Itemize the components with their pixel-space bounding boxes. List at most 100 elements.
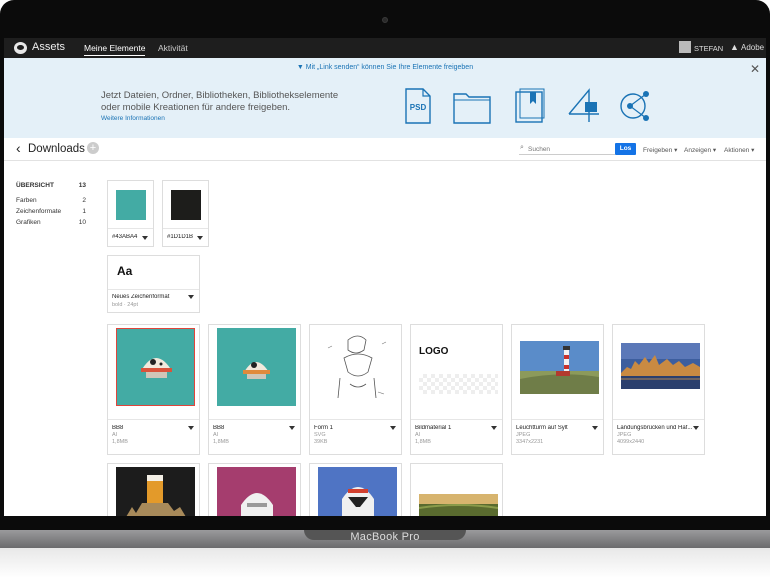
card-divider <box>613 419 704 420</box>
page-title: Downloads <box>28 143 85 155</box>
avatar[interactable] <box>679 41 691 53</box>
sidebar-item-label: ÜBERSICHT <box>16 182 54 189</box>
psd-label: PSD <box>410 103 427 112</box>
color-swatch <box>171 190 201 220</box>
share-menu-label: Freigeben <box>643 147 673 154</box>
device-model: MacBook Pro <box>350 531 420 543</box>
bb8-thumbnail <box>217 328 296 406</box>
card-menu-caret-icon[interactable] <box>188 426 194 430</box>
laptop-shadow <box>0 548 770 578</box>
char-style-card[interactable]: Aa Neues Zeichenformat bold · 24pt <box>107 255 200 313</box>
graphic-card[interactable] <box>208 463 301 516</box>
graphic-card[interactable]: Form 1 SVG 39KB <box>309 324 402 455</box>
card-divider <box>209 419 300 420</box>
mobile-creation-icon <box>568 88 599 122</box>
back-chevron-icon[interactable]: ‹ <box>16 140 21 156</box>
search-go-button[interactable]: Los <box>615 143 636 155</box>
sidebar-item-count: 13 <box>78 182 86 189</box>
sidebar-item-char-styles[interactable]: Zeichenformate 1 <box>16 208 86 219</box>
color-card[interactable]: #1D1D1B <box>162 180 209 247</box>
card-menu-caret-icon[interactable] <box>491 426 497 430</box>
color-name: #1D1D1B <box>167 234 194 240</box>
transparency-grid <box>419 374 498 394</box>
search-input[interactable] <box>519 144 615 155</box>
graphic-card[interactable] <box>309 463 402 516</box>
app-title[interactable]: Assets <box>32 41 65 53</box>
app-screen: Assets Meine Elemente Aktivität STEFAN ▲… <box>4 38 766 516</box>
more-info-link[interactable]: Weitere Informationen <box>101 115 165 122</box>
library-icon <box>515 88 545 123</box>
share-icon <box>620 91 649 121</box>
graphic-name: Landungsbrücken und Haf... <box>617 425 693 431</box>
card-menu-caret-icon[interactable] <box>693 426 699 430</box>
share-menu[interactable]: Freigeben ▾ <box>643 146 677 154</box>
graphic-card[interactable] <box>410 463 503 516</box>
share-banner: ▼ Mit „Link senden“ können Sie Ihre Elem… <box>4 58 766 138</box>
graphic-type: AI <box>112 432 118 438</box>
graphic-meta: SVG 39KB <box>314 432 327 446</box>
banner-headline: Jetzt Dateien, Ordner, Bibliotheken, Bib… <box>101 90 339 113</box>
sidebar-item-overview[interactable]: ÜBERSICHT 13 <box>16 182 86 197</box>
sidebar-item-count: 1 <box>82 208 86 215</box>
graphic-size: 39KB <box>314 439 328 445</box>
sketch-thumbnail <box>318 328 397 406</box>
graphic-meta: AI 1,8MB <box>415 432 431 446</box>
graphic-size: 1,8MB <box>213 439 229 445</box>
graphic-meta: JPEG 4099x2440 <box>617 432 644 446</box>
char-style-name: Neues Zeichenformat <box>112 294 170 300</box>
sidebar-item-graphics[interactable]: Grafiken 10 <box>16 219 86 230</box>
actions-menu-label: Aktionen <box>724 147 750 154</box>
graphic-type: JPEG <box>617 432 632 438</box>
graphic-card[interactable] <box>107 463 200 516</box>
graphic-type: SVG <box>314 432 326 438</box>
creative-cloud-logo-icon[interactable] <box>14 42 27 54</box>
card-menu-caret-icon[interactable] <box>592 426 598 430</box>
add-icon[interactable]: + <box>87 142 99 154</box>
card-menu-caret-icon[interactable] <box>188 295 194 299</box>
close-icon[interactable]: ✕ <box>750 62 760 76</box>
graphic-meta: AI 1,8MB <box>213 432 229 446</box>
graphic-type: AI <box>415 432 421 438</box>
graphic-size: 4099x2440 <box>617 439 645 445</box>
bb8-thumbnail <box>116 328 195 406</box>
card-menu-caret-icon[interactable] <box>390 426 396 430</box>
graphic-card[interactable]: Landungsbrücken und Haf... JPEG 4099x2440 <box>612 324 705 455</box>
share-hint-link[interactable]: ▼ Mit „Link senden“ können Sie Ihre Elem… <box>4 64 766 71</box>
sidebar-item-colors[interactable]: Farben 2 <box>16 197 86 208</box>
sidebar-item-label: Farben <box>16 197 37 204</box>
trooper-thumbnail <box>318 467 397 516</box>
laptop-base: MacBook Pro <box>0 530 770 548</box>
actions-menu[interactable]: Aktionen ▾ <box>724 146 754 154</box>
graphic-card[interactable]: Leuchtturm auf Sylt JPEG 3347x2231 <box>511 324 604 455</box>
stormtrooper-helmet-icon <box>241 493 273 516</box>
logo-text: LOGO <box>419 346 449 357</box>
color-name: #43ABA4 <box>112 234 138 240</box>
sidebar-item-label: Grafiken <box>16 219 41 226</box>
graphic-size: 1,8MB <box>112 439 128 445</box>
view-menu[interactable]: Anzeigen ▾ <box>684 146 716 154</box>
camera <box>382 17 388 23</box>
psd-file-icon: PSD <box>405 88 431 124</box>
bb8-head-icon <box>141 358 172 378</box>
tab-my-assets[interactable]: Meine Elemente <box>84 43 146 56</box>
tab-activity[interactable]: Aktivität <box>158 43 188 53</box>
card-menu-caret-icon[interactable] <box>289 426 295 430</box>
card-divider <box>512 419 603 420</box>
card-menu-caret-icon[interactable] <box>142 236 148 240</box>
user-name[interactable]: STEFAN <box>694 44 723 53</box>
graphic-card[interactable]: LOGO Bildmaterial 1 AI 1,8MB <box>410 324 503 455</box>
lighthouse-photo <box>520 341 599 394</box>
harbor-photo <box>621 343 700 389</box>
graphic-card[interactable]: BB8 AI 1,8MB <box>107 324 200 455</box>
graphic-type: AI <box>213 432 219 438</box>
graphic-name: Form 1 <box>314 425 334 431</box>
color-card[interactable]: #43ABA4 <box>107 180 154 247</box>
graphic-type: JPEG <box>516 432 531 438</box>
graphic-name: Bildmaterial 1 <box>415 425 452 431</box>
graphic-meta: JPEG 3347x2231 <box>516 432 543 446</box>
first-order-trooper-icon <box>342 487 374 516</box>
graphic-name: Leuchtturm auf Sylt <box>516 425 568 431</box>
graphic-card[interactable]: BB8 AI 1,8MB <box>208 324 301 455</box>
card-menu-caret-icon[interactable] <box>197 236 203 240</box>
landscape-image <box>419 494 498 516</box>
